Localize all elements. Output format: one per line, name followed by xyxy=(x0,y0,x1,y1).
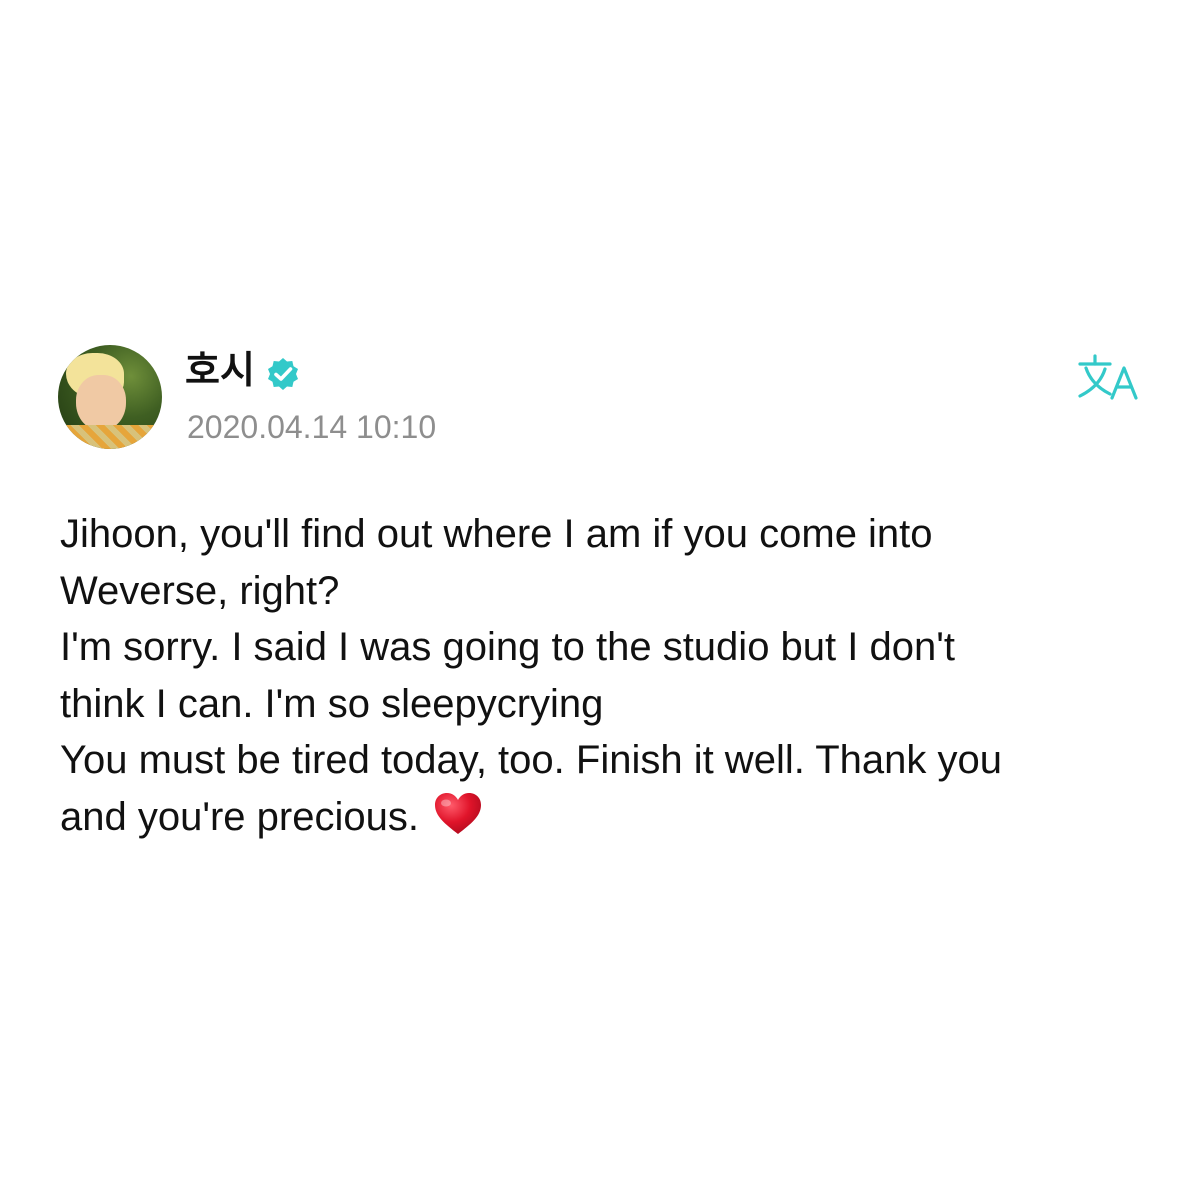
post-line: think I can. I'm so sleepycrying xyxy=(60,681,604,726)
red-heart-emoji xyxy=(434,792,481,834)
author-name[interactable]: 호시 xyxy=(185,344,255,396)
author-avatar[interactable] xyxy=(58,345,162,449)
post-timestamp: 2020.04.14 10:10 xyxy=(187,409,437,445)
avatar-shirt xyxy=(58,425,162,449)
post-line: You must be tired today, too. Finish it … xyxy=(60,738,1002,782)
post-last-line: and you're precious. xyxy=(60,789,1160,846)
verified-badge-icon xyxy=(268,358,298,390)
post-line: Weverse, right? xyxy=(60,568,340,613)
post-line: Jihoon, you'll find out where I am if yo… xyxy=(60,512,933,556)
post-card: 호시 2020.04.14 10:10 Jihoon, you'll find … xyxy=(0,0,1200,1200)
post-line: and you're precious. xyxy=(60,794,419,839)
post-line: I'm sorry. I said I was going to the stu… xyxy=(60,625,955,669)
avatar-face xyxy=(76,375,126,431)
translate-icon[interactable] xyxy=(1076,352,1144,402)
post-content: Jihoon, you'll find out where I am if yo… xyxy=(60,506,1160,845)
